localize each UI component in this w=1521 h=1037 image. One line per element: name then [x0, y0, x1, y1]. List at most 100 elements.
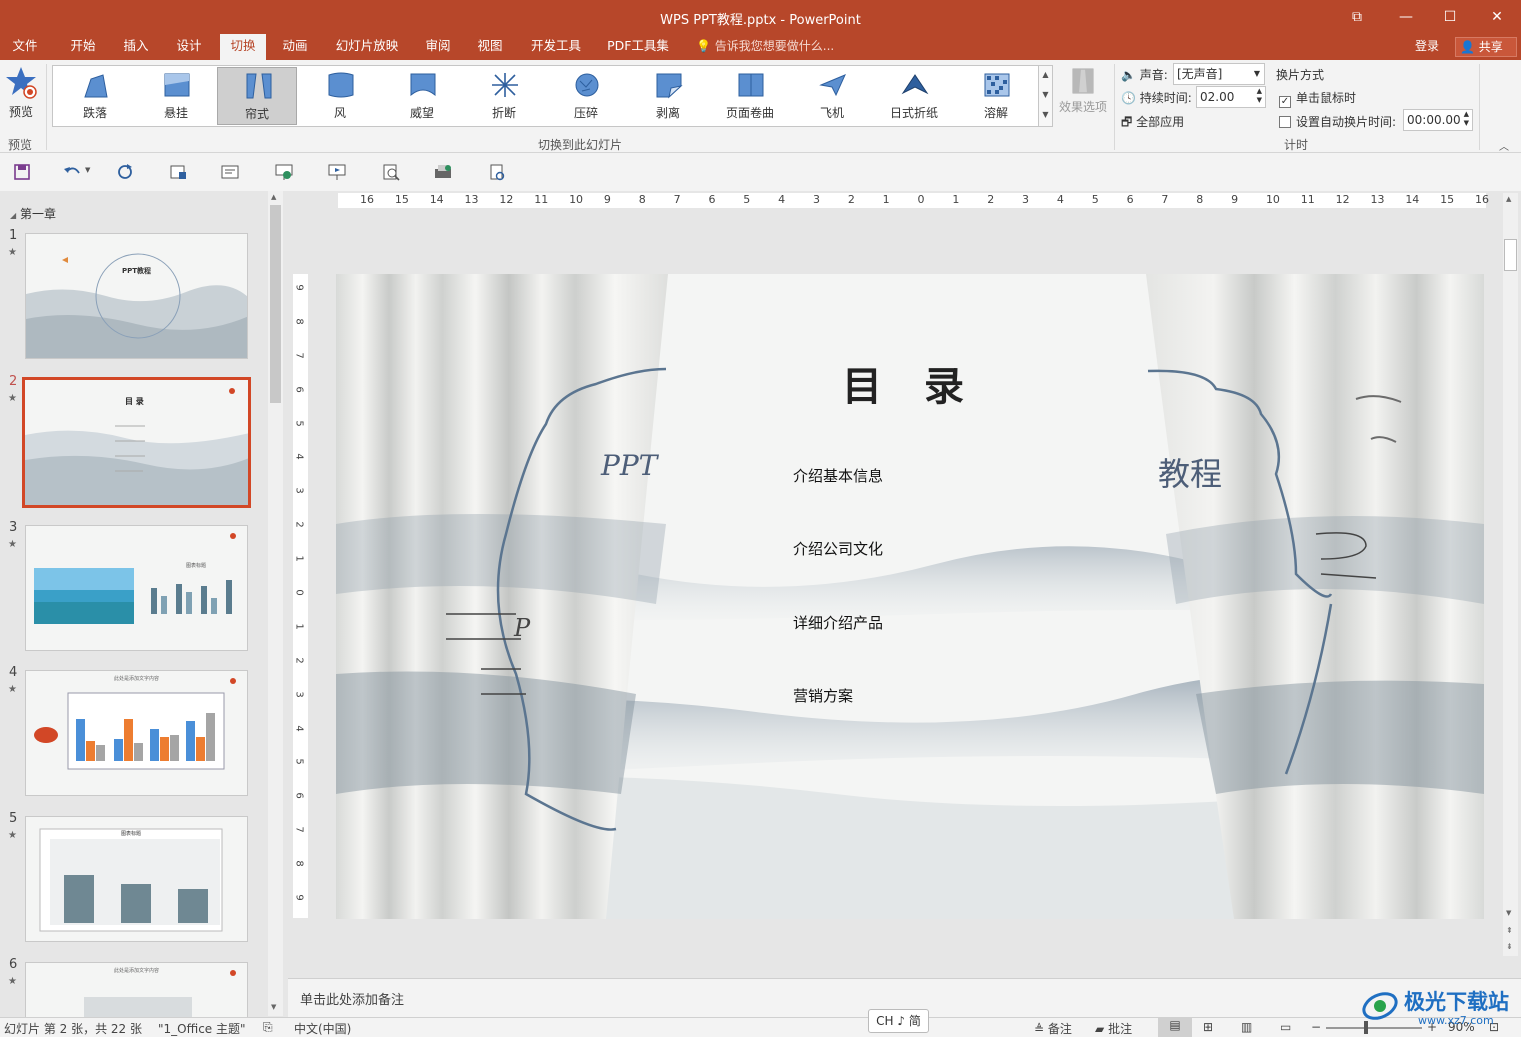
toc-item[interactable]: 营销方案 — [793, 685, 853, 706]
tab-pdf-tools[interactable]: PDF工具集 — [600, 34, 676, 60]
transition-curtains[interactable]: 帘式 — [217, 67, 297, 125]
transition-airplane[interactable]: 飞机 — [792, 67, 872, 125]
new-slide-icon[interactable] — [168, 163, 188, 181]
tab-insert[interactable]: 插入 — [115, 34, 157, 60]
scroll-up-icon[interactable]: ▲ — [271, 193, 276, 201]
slide-thumbnail-3[interactable]: 图表标题 — [25, 525, 248, 651]
presenter-icon[interactable] — [327, 163, 347, 181]
apply-all-button[interactable]: 🗗 全部应用 — [1121, 113, 1184, 134]
scroll-thumb[interactable] — [1504, 239, 1517, 271]
collapse-ribbon-icon[interactable]: ︿ — [1499, 138, 1509, 153]
save-icon[interactable] — [12, 163, 32, 181]
layout-icon[interactable] — [220, 163, 240, 181]
language-indicator[interactable]: 中文(中国) — [294, 1020, 351, 1037]
slide-thumbnail-6[interactable]: 此处是添加文字内容 — [25, 962, 248, 1022]
tab-design[interactable]: 设计 — [168, 34, 210, 60]
scroll-up-icon[interactable]: ▲ — [1506, 195, 1511, 203]
gallery-scroll[interactable]: ▲ ▼ ▼ — [1038, 65, 1053, 127]
undo-dropdown-icon[interactable]: ▼ — [85, 166, 90, 174]
transition-fall-over[interactable]: 跌落 — [55, 67, 135, 125]
gallery-down-icon[interactable]: ▼ — [1039, 86, 1052, 106]
tell-me-search[interactable]: 💡 告诉我您想要做什么... — [696, 34, 834, 60]
on-click-checkbox[interactable]: ✓ 单击鼠标时 — [1279, 89, 1356, 108]
slide-thumbnail-1[interactable]: PPT教程 — [25, 233, 248, 359]
ime-indicator[interactable]: CH ♪ 简 — [868, 1009, 929, 1033]
transition-peel-off[interactable]: 剥离 — [628, 67, 708, 125]
next-slide-icon[interactable]: ⇟ — [1506, 942, 1513, 951]
transition-origami[interactable]: 日式折纸 — [874, 67, 954, 125]
slideshow-from-start-icon[interactable] — [274, 163, 294, 181]
slide-thumbnail-5[interactable]: 图表标题 — [25, 816, 248, 942]
spell-check-icon[interactable] — [433, 163, 453, 181]
transition-prestige[interactable]: 威望 — [382, 67, 462, 125]
effect-options-button[interactable]: 效果选项 — [1056, 67, 1110, 115]
zoom-out-icon[interactable]: − — [1311, 1020, 1321, 1034]
transition-star-icon: ★ — [8, 684, 17, 695]
gallery-up-icon[interactable]: ▲ — [1039, 66, 1052, 86]
prev-slide-icon[interactable]: ⇞ — [1506, 926, 1513, 935]
print-preview-icon[interactable] — [381, 163, 401, 181]
transition-page-curl[interactable]: 页面卷曲 — [710, 67, 790, 125]
scroll-down-icon[interactable]: ▼ — [271, 1003, 276, 1011]
auto-after-checkbox[interactable]: 设置自动换片时间: — [1279, 113, 1396, 130]
share-button[interactable]: 👤 共享 — [1455, 37, 1517, 57]
tab-home[interactable]: 开始 — [62, 34, 104, 60]
notes-icon: ≜ — [1034, 1022, 1045, 1036]
thumb-title: 目 录 — [125, 397, 144, 406]
tab-animations[interactable]: 动画 — [274, 34, 316, 60]
stepper-arrows-icon[interactable]: ▲ ▼ — [1464, 110, 1469, 128]
slide-title[interactable]: 目 录 — [336, 354, 1484, 412]
toc-item[interactable]: 介绍公司文化 — [793, 538, 883, 559]
transition-star-icon: ★ — [8, 830, 17, 841]
notes-toggle[interactable]: ≜ 备注 — [1034, 1020, 1072, 1037]
preview-button[interactable]: 预览 — [4, 65, 38, 120]
slide-canvas[interactable]: 目 录 介绍基本信息 介绍公司文化 详细介绍产品 营销方案 PPT P 教程 — [336, 274, 1484, 919]
thumb-title: PPT教程 — [122, 267, 152, 275]
thumbnails-scrollbar[interactable]: ▲ ▼ — [268, 191, 283, 1016]
peel-off-icon — [656, 73, 683, 99]
auto-after-stepper[interactable]: 00:00.00 ▲ ▼ — [1403, 109, 1473, 131]
scroll-thumb[interactable] — [270, 205, 281, 403]
sound-dropdown[interactable]: [无声音] ▼ — [1173, 63, 1265, 85]
slideshow-view-icon[interactable]: ▭ — [1280, 1020, 1291, 1034]
login-link[interactable]: 登录 — [1415, 34, 1439, 58]
tab-slideshow[interactable]: 幻灯片放映 — [328, 34, 406, 60]
duration-stepper[interactable]: 02.00 ▲ ▼ — [1196, 86, 1266, 108]
ruler-tick-label: 3 — [812, 193, 820, 206]
slide-thumbnail-2[interactable]: 目 录 — [22, 377, 251, 508]
gallery-more-icon[interactable]: ▼ — [1039, 106, 1052, 126]
transition-dissolve[interactable]: 溶解 — [956, 67, 1036, 125]
editor-scrollbar[interactable]: ▲ ▼ ⇞ ⇟ — [1503, 193, 1518, 956]
tab-file[interactable]: 文件 — [4, 34, 46, 60]
close-button[interactable]: ✕ — [1474, 0, 1520, 34]
stepper-arrows-icon[interactable]: ▲ ▼ — [1257, 87, 1262, 105]
tab-developer[interactable]: 开发工具 — [524, 34, 588, 60]
slide-sorter-icon[interactable]: ⊞ — [1203, 1020, 1213, 1034]
spell-status-icon[interactable]: ⎘ — [263, 1020, 273, 1035]
tab-review[interactable]: 审阅 — [417, 34, 459, 60]
transition-fracture[interactable]: 折断 — [464, 67, 544, 125]
ruler-tick-label: 5 — [1091, 193, 1099, 206]
export-icon[interactable] — [487, 163, 507, 181]
normal-view-icon[interactable]: ▤ — [1158, 1018, 1192, 1037]
tab-view[interactable]: 视图 — [469, 34, 511, 60]
slide-thumbnail-4[interactable]: 此处是添加文字内容 — [25, 670, 248, 796]
section-header[interactable]: ◢ 第一章 — [10, 205, 56, 222]
reading-view-icon[interactable]: ▥ — [1241, 1020, 1252, 1034]
maximize-button[interactable]: ☐ — [1427, 0, 1473, 34]
toc-item[interactable]: 详细介绍产品 — [793, 612, 883, 633]
tab-transitions[interactable]: 切换 — [220, 34, 266, 60]
slide-number: 6 — [9, 957, 18, 972]
redo-icon[interactable] — [115, 163, 135, 181]
transition-drape[interactable]: 悬挂 — [136, 67, 216, 125]
transition-crush[interactable]: 压碎 — [546, 67, 626, 125]
undo-icon[interactable] — [62, 163, 82, 181]
minimize-button[interactable]: — — [1383, 0, 1429, 34]
transition-wind[interactable]: 风 — [300, 67, 380, 125]
scroll-down-icon[interactable]: ▼ — [1506, 909, 1511, 917]
slide-thumbnails-pane: ◢ 第一章 1 ★ PPT教程 2 ★ 目 录 3 ★ 图表标题 4 ★ 此处是… — [0, 191, 288, 1022]
toc-item[interactable]: 介绍基本信息 — [793, 465, 883, 486]
comments-toggle[interactable]: ▰ 批注 — [1095, 1020, 1132, 1037]
ribbon-display-options-icon[interactable]: ⧉ — [1334, 0, 1380, 34]
transition-star-icon: ★ — [8, 247, 17, 258]
